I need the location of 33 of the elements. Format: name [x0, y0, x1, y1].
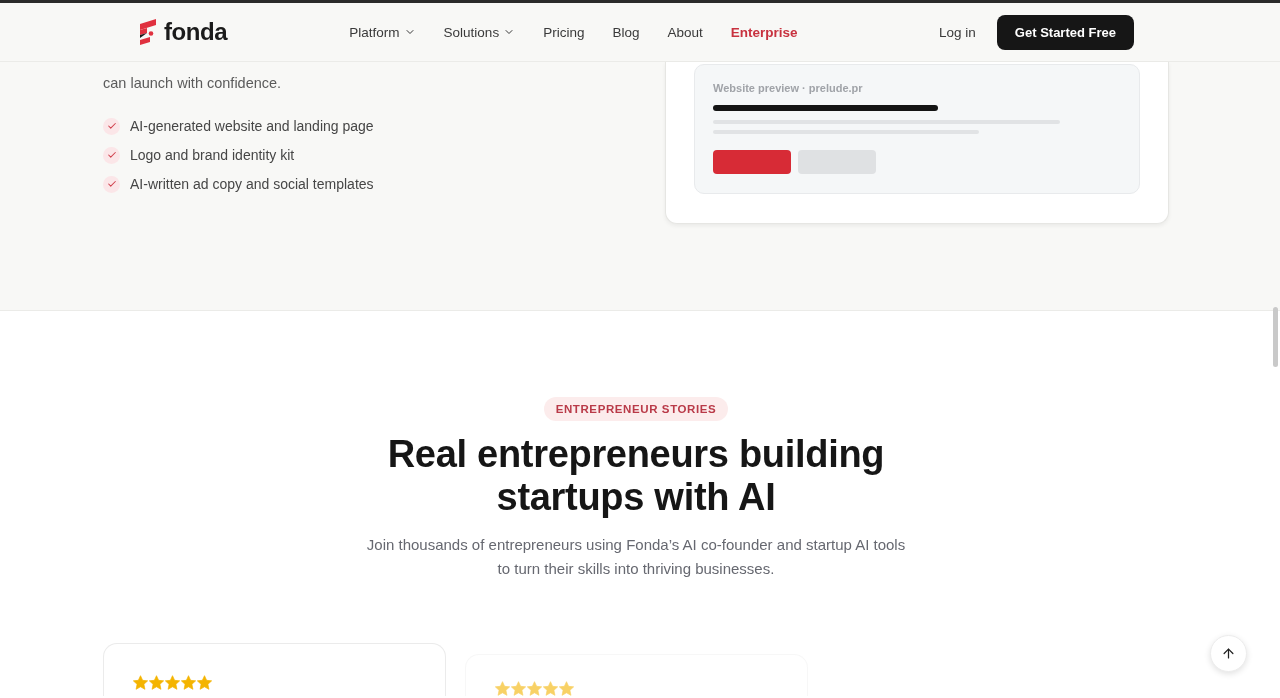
star-icon: [511, 681, 526, 696]
star-icon: [543, 681, 558, 696]
nav-dropdown[interactable]: Solutions: [443, 24, 516, 40]
star-icon: [495, 681, 510, 696]
checklist-item: Logo and brand identity kit: [130, 147, 295, 163]
star-icon: [197, 675, 212, 690]
star-icon: [133, 675, 148, 690]
star-icon: [165, 675, 180, 690]
check-icon: [103, 117, 120, 135]
nav-dropdown[interactable]: Platform: [349, 24, 416, 40]
section-badge: ENTREPRENEUR STORIES: [543, 397, 729, 421]
star-icon: [149, 675, 164, 690]
login-link[interactable]: Log in: [939, 24, 976, 40]
get-started-button[interactable]: Get Started Free: [996, 14, 1134, 50]
nav-link[interactable]: Blog: [612, 24, 640, 40]
check-icon: [103, 146, 120, 164]
checklist-item: AI-written ad copy and social templates: [130, 176, 374, 192]
feature-paragraph: can launch with confidence.: [103, 74, 283, 93]
check-icon: [103, 175, 120, 193]
logo-icon: [138, 18, 158, 46]
scroll-to-top-button[interactable]: [1210, 635, 1247, 672]
logo-text[interactable]: fonda: [164, 18, 228, 46]
scrollbar-thumb[interactable]: [1273, 307, 1278, 367]
star-icon: [527, 681, 542, 696]
nav-link[interactable]: Pricing: [543, 24, 585, 40]
nav-link[interactable]: Enterprise: [730, 24, 798, 40]
section-heading: Real entrepreneurs building startups with AI: [386, 433, 886, 519]
checklist-item: AI-generated website and landing page: [130, 118, 374, 134]
star-icon: [559, 681, 574, 696]
star-icon: [181, 675, 196, 690]
nav-link[interactable]: About: [667, 24, 703, 40]
preview-caption: Website preview · prelude.pr: [713, 82, 864, 94]
section-subtitle: Join thousands of entrepreneurs using Fonda’s AI co-founder and startup AI tools to turn their skills into thriving businesses.: [365, 535, 907, 579]
